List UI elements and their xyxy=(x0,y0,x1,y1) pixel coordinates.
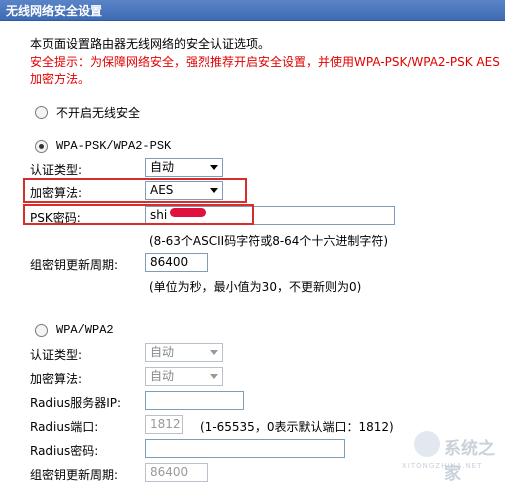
watermark-text: 系统之家 xyxy=(444,439,495,484)
psk-period-input[interactable]: 86400 xyxy=(145,253,208,272)
encryption-highlight xyxy=(23,178,247,203)
wpa-period-input[interactable]: 86400 xyxy=(145,463,208,482)
radius-port-label: Radius端口: xyxy=(30,420,99,434)
psk-period-label: 组密钥更新周期: xyxy=(30,258,119,272)
security-warning-cont: 加密方法。 xyxy=(30,72,91,86)
chevron-down-icon xyxy=(210,165,218,170)
psk-auth-label: 认证类型: xyxy=(30,163,83,177)
wpa-psk-radio[interactable] xyxy=(35,140,48,153)
no-security-radio[interactable] xyxy=(35,106,48,119)
psk-password-hint: (8-63个ASCII码字符或8-64个十六进制字符) xyxy=(149,234,389,248)
wpa-psk-title: WPA-PSK/WPA2-PSK xyxy=(56,139,172,153)
watermark-subtext: XITONGZHIJIA.NET xyxy=(402,462,483,470)
page-title: 无线网络安全设置 xyxy=(6,4,103,18)
watermark-logo-icon xyxy=(414,431,440,457)
security-warning: 安全提示：为保障网络安全，强烈推荐开启安全设置，并使用WPA-PSK/WPA2-… xyxy=(30,55,500,69)
chevron-down-icon xyxy=(210,350,218,355)
radius-password-label: Radius密码: xyxy=(30,444,99,458)
wpa-period-value: 86400 xyxy=(150,465,189,479)
password-highlight xyxy=(23,204,254,225)
radius-password-input[interactable] xyxy=(145,439,345,458)
radius-ip-input[interactable] xyxy=(145,391,244,410)
wpa-auth-label: 认证类型: xyxy=(30,348,83,362)
radius-port-input[interactable]: 1812 xyxy=(145,415,183,434)
wpa-radio[interactable] xyxy=(35,324,48,337)
wpa-encryption-value: 自动 xyxy=(150,369,175,383)
psk-auth-select[interactable]: 自动 xyxy=(145,158,223,177)
psk-period-value: 86400 xyxy=(150,255,189,269)
wpa-encryption-label: 加密算法: xyxy=(30,372,83,386)
wpa-auth-value: 自动 xyxy=(150,345,175,359)
no-security-label: 不开启无线安全 xyxy=(56,106,141,120)
wpa-encryption-select[interactable]: 自动 xyxy=(145,367,223,386)
chevron-down-icon xyxy=(210,374,218,379)
wpa-auth-select[interactable]: 自动 xyxy=(145,343,223,362)
page-header: 无线网络安全设置 xyxy=(0,0,505,21)
wpa-period-label: 组密钥更新周期: xyxy=(30,468,119,482)
radius-port-value: 1812 xyxy=(150,417,181,431)
wpa-title: WPA/WPA2 xyxy=(56,323,114,337)
intro-text: 本页面设置路由器无线网络的安全认证选项。 xyxy=(30,37,271,51)
radius-port-hint: (1-65535，0表示默认端口：1812) xyxy=(200,420,394,434)
psk-auth-value: 自动 xyxy=(150,160,175,174)
radius-ip-label: Radius服务器IP: xyxy=(30,396,122,410)
psk-period-hint: (单位为秒，最小值为30，不更新则为0) xyxy=(149,280,362,294)
